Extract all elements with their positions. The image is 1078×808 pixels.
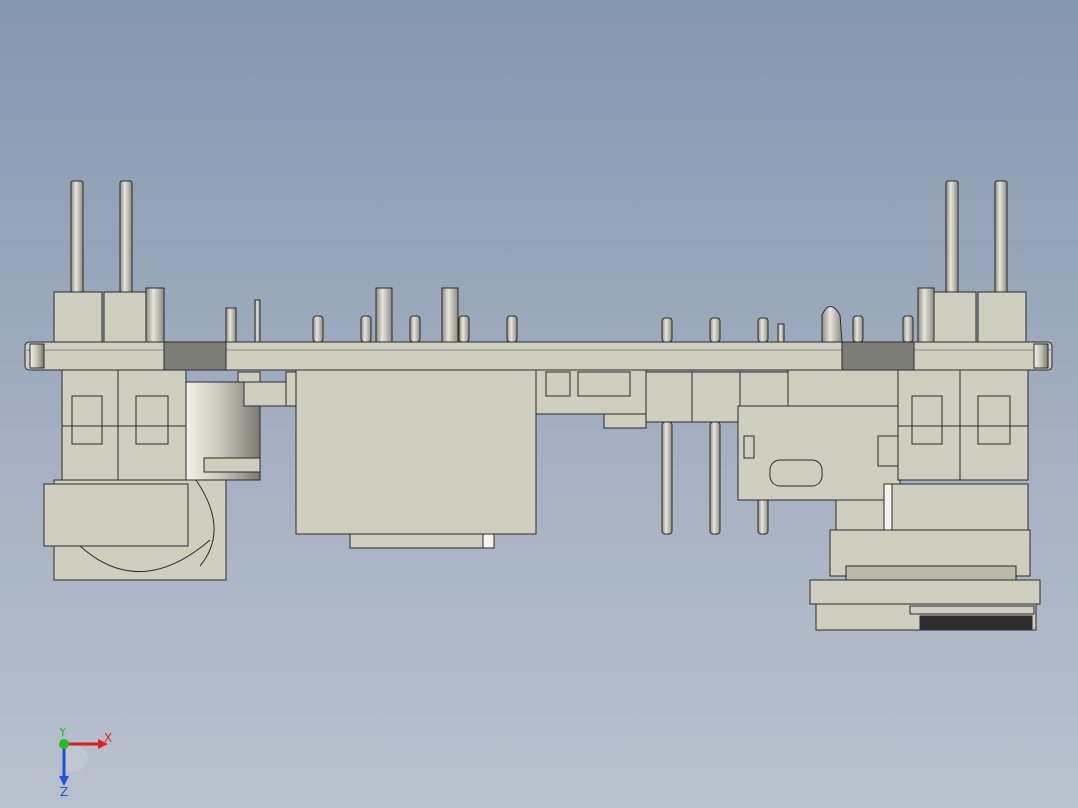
left-lower-assembly [43,369,261,581]
right-upper-blocks [917,287,1027,343]
left-bracket [237,371,297,407]
right-lower-assembly [737,369,1041,631]
cad-viewport[interactable]: X Y Z [0,0,1078,808]
center-box [295,369,537,549]
left-upper-blocks [53,287,165,343]
left-tall-pins [70,180,133,294]
orientation-triad: X Y Z [40,725,120,799]
y-axis-label: Y [58,728,67,739]
z-axis-label: Z [60,785,68,798]
main-plate [24,341,1053,371]
y-axis-dot [59,739,69,749]
right-tall-pins [945,180,1008,294]
x-axis-label: X [104,731,112,745]
cad-model-drawing[interactable] [0,0,1078,808]
